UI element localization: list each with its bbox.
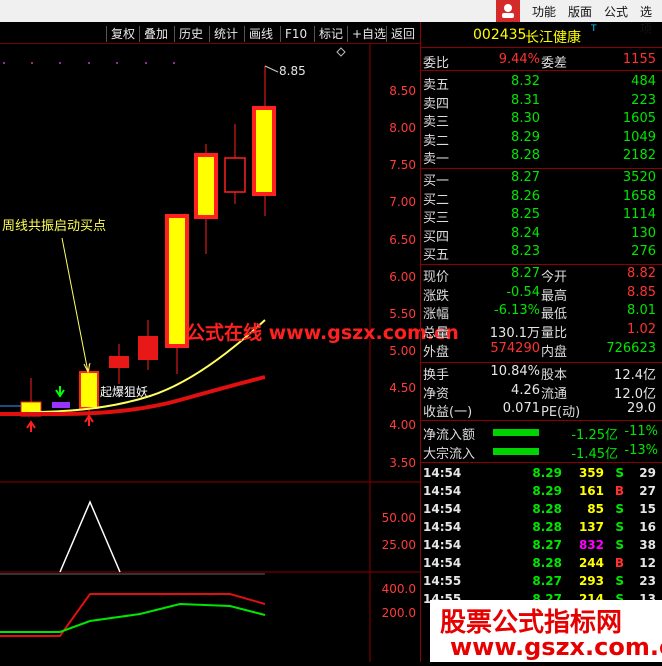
divider — [421, 362, 662, 363]
menu-function[interactable]: 功能 — [532, 3, 556, 20]
menu-formula[interactable]: 公式 — [604, 3, 628, 20]
indicator1-axis-label: 25.00 — [381, 538, 416, 552]
stat-row: 涨幅 -6.13% 最低 8.01 — [423, 303, 656, 323]
stat-row: 涨跌 -0.54 最高 8.85 — [423, 284, 656, 304]
price-axis-label: 8.50 — [389, 84, 416, 98]
bid-row[interactable]: 买二 8.26 1658 — [421, 189, 662, 208]
price-axis-label: 3.50 — [389, 456, 416, 470]
stat-row: 外盘 574290 内盘 726623 — [423, 340, 656, 360]
divider — [421, 168, 662, 169]
flow-row: 大宗流入 -1.45亿 -13% — [423, 443, 658, 462]
toolbar-back-button[interactable]: 返回 — [386, 26, 415, 42]
indicator2-axis-label: 400.0 — [381, 582, 416, 596]
diamond-marker — [336, 47, 346, 57]
toolbar-overlay-button[interactable]: 叠加 — [139, 26, 168, 42]
ad-banner[interactable]: 股票公式指标网 www.gszx.com.cn — [430, 600, 662, 662]
divider — [421, 70, 662, 71]
fundamental-row: 收益(一) 0.071 PE(动) 29.0 — [423, 401, 656, 421]
indicator1-axis-label: 50.00 — [381, 511, 416, 525]
price-axis-label: 6.00 — [389, 270, 416, 284]
price-axis-label: 8.00 — [389, 121, 416, 135]
bid-row[interactable]: 买五 8.23 276 — [421, 244, 662, 263]
top-menu-bar — [0, 0, 662, 22]
toolbar-fuquan-button[interactable]: 复权 — [106, 26, 135, 42]
flow-bar — [493, 448, 539, 455]
divider — [421, 264, 662, 265]
price-axis-label: 4.50 — [389, 381, 416, 395]
flow-row: 净流入额 -1.25亿 -11% — [423, 424, 658, 443]
t-mark: T — [591, 24, 597, 34]
tick-row[interactable]: 14:54 8.29 161 B 27 — [421, 484, 662, 502]
price-axis-label: 6.50 — [389, 233, 416, 247]
high-price-label: 8.85 — [279, 64, 306, 78]
tick-row[interactable]: 14:54 8.27 832 S 38 — [421, 538, 662, 556]
fundamental-row: 换手 10.84% 股本 12.4亿 — [423, 364, 656, 383]
user-icon — [502, 4, 514, 18]
flow-bar — [493, 429, 539, 436]
price-axis-label: 7.50 — [389, 158, 416, 172]
divider — [421, 420, 662, 421]
high-label-leader — [264, 65, 279, 73]
price-axis-label: 7.00 — [389, 195, 416, 209]
buy-point-annotation: 周线共振启动买点 — [2, 219, 107, 234]
user-button[interactable] — [496, 0, 520, 22]
tick-row[interactable]: 14:54 8.29 359 S 29 — [421, 466, 662, 484]
toolbar-add-watchlist-button[interactable]: +自选 — [347, 26, 386, 42]
weibi-row: 委比 9.44% 委差 1155 — [423, 52, 656, 71]
stat-row: 总量 130.1万 量比 1.02 — [423, 322, 656, 342]
toolbar-stats-button[interactable]: 统计 — [209, 26, 238, 42]
price-axis-label: 4.00 — [389, 418, 416, 432]
menu-layout[interactable]: 版面 — [568, 3, 592, 20]
tick-row[interactable]: 14:54 8.28 244 B 12 — [421, 556, 662, 574]
fundamental-row: 净资 4.26 流通 12.0亿 — [423, 382, 656, 402]
toolbar-f10-button[interactable]: F10 — [280, 26, 307, 42]
divider — [421, 47, 662, 48]
stock-header: 002435 长江健康 T — [421, 24, 662, 46]
bid-row[interactable]: 买一 8.27 3520 — [421, 170, 662, 189]
ask-row[interactable]: 卖五 8.32 484 — [421, 74, 662, 93]
stock-name: 长江健康 — [525, 30, 581, 46]
bid-row[interactable]: 买四 8.24 130 — [421, 226, 662, 245]
banner-url: www.gszx.com.cn — [450, 633, 662, 661]
ask-row[interactable]: 卖一 8.28 2182 — [421, 148, 662, 167]
bid-row[interactable]: 买三 8.25 1114 — [421, 207, 662, 226]
stock-code: 002435 — [473, 27, 527, 43]
price-axis-label: 5.00 — [389, 344, 416, 358]
signal-label: 起爆狙妖 — [100, 385, 149, 399]
stat-row: 现价 8.27 今开 8.82 — [423, 266, 656, 285]
ask-row[interactable]: 卖二 8.29 1049 — [421, 130, 662, 149]
toolbar-draw-button[interactable]: 画线 — [244, 26, 273, 42]
tick-row[interactable]: 14:55 8.27 293 S 23 — [421, 574, 662, 592]
divider — [421, 462, 662, 463]
indicator2-axis-label: 200.0 — [381, 606, 416, 620]
ask-row[interactable]: 卖三 8.30 1605 — [421, 111, 662, 130]
quote-panel: 002435 长江健康 T 委比 9.44% 委差 1155 卖五 8.32 4… — [421, 22, 662, 662]
toolbar-mark-button[interactable]: 标记 — [314, 26, 343, 42]
toolbar-history-button[interactable]: 历史 — [174, 26, 203, 42]
top-dot-row — [3, 62, 175, 64]
ask-row[interactable]: 卖四 8.31 223 — [421, 93, 662, 112]
tick-row[interactable]: 14:54 8.28 137 S 16 — [421, 520, 662, 538]
tick-row[interactable]: 14:54 8.28 85 S 15 — [421, 502, 662, 520]
watermark: 公式在线 www.gszx.com.cn — [186, 322, 459, 344]
